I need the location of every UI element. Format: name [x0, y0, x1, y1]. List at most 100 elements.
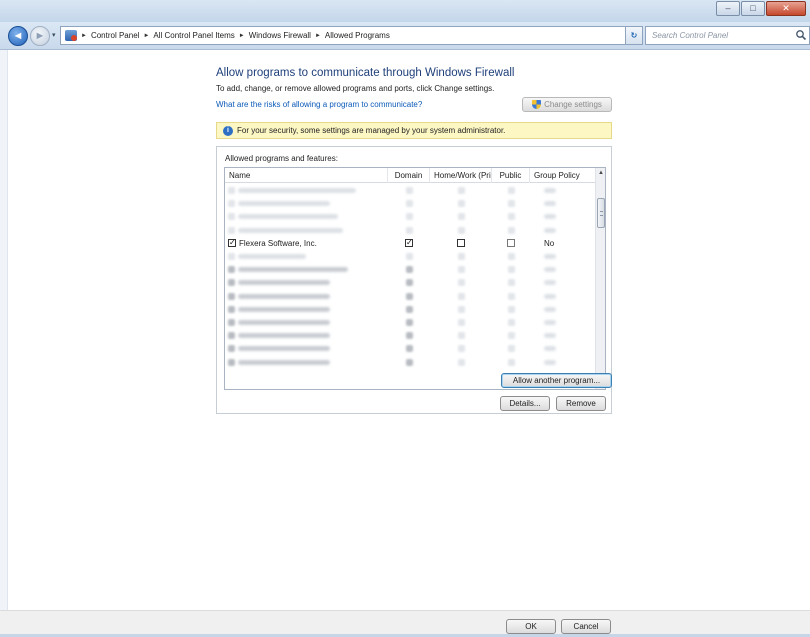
table-row[interactable] [225, 210, 597, 223]
scroll-up-arrow-icon[interactable]: ▲ [597, 168, 605, 178]
column-header-home-work[interactable]: Home/Work (Pri... [430, 168, 492, 183]
obscured-checkbox[interactable] [507, 358, 515, 366]
column-header-name[interactable]: Name [225, 168, 388, 183]
row-checkbox-obscured[interactable] [228, 318, 235, 326]
obscured-checkbox[interactable] [457, 358, 465, 366]
row-checkbox-obscured[interactable] [228, 187, 235, 195]
table-row[interactable] [225, 197, 597, 210]
obscured-checkbox[interactable] [507, 345, 515, 353]
allow-another-program-button[interactable]: Allow another program... [501, 373, 612, 388]
row-checkbox-obscured[interactable] [228, 358, 235, 366]
obscured-checkbox[interactable] [405, 253, 413, 261]
obscured-checkbox[interactable] [405, 292, 413, 300]
row-checkbox-obscured[interactable] [228, 332, 235, 340]
table-row[interactable] [225, 224, 597, 237]
row-enabled-checkbox[interactable]: ✓ [228, 239, 236, 248]
obscured-checkbox[interactable] [405, 305, 413, 313]
details-button[interactable]: Details... [500, 396, 550, 411]
obscured-checkbox[interactable] [457, 187, 465, 195]
scroll-thumb[interactable] [597, 198, 605, 228]
breadcrumb-windows-firewall[interactable]: Windows Firewall [249, 31, 311, 40]
table-row[interactable]: ✓ Flexera Software, Inc. ✓ No [225, 237, 597, 250]
breadcrumb-allowed-programs[interactable]: Allowed Programs [325, 31, 390, 40]
obscured-checkbox[interactable] [405, 187, 413, 195]
recent-pages-dropdown[interactable]: ▾ [52, 31, 56, 39]
obscured-checkbox[interactable] [457, 266, 465, 274]
row-checkbox-obscured[interactable] [228, 253, 235, 261]
column-header-public[interactable]: Public [492, 168, 530, 183]
table-row[interactable] [225, 276, 597, 289]
table-row[interactable] [225, 263, 597, 276]
row-checkbox-obscured[interactable] [228, 345, 235, 353]
obscured-checkbox[interactable] [405, 279, 413, 287]
breadcrumb-separator-icon[interactable]: ► [239, 33, 245, 39]
address-bar[interactable]: ► Control Panel ► All Control Panel Item… [60, 26, 642, 45]
breadcrumb-separator-icon[interactable]: ► [81, 33, 87, 39]
breadcrumb-all-items[interactable]: All Control Panel Items [153, 31, 234, 40]
obscured-checkbox[interactable] [457, 253, 465, 261]
list-scrollbar[interactable]: ▲ ▼ [595, 168, 605, 389]
obscured-checkbox[interactable] [457, 332, 465, 340]
column-header-domain[interactable]: Domain [388, 168, 430, 183]
row-checkbox-obscured[interactable] [228, 200, 235, 208]
table-row[interactable] [225, 316, 597, 329]
refresh-button[interactable]: ↻ [625, 26, 643, 45]
search-input[interactable]: Search Control Panel [645, 26, 810, 45]
row-checkbox-obscured[interactable] [228, 266, 235, 274]
obscured-checkbox[interactable] [405, 318, 413, 326]
table-row[interactable] [225, 342, 597, 355]
obscured-checkbox[interactable] [507, 318, 515, 326]
cancel-button[interactable]: Cancel [561, 619, 611, 634]
obscured-checkbox[interactable] [457, 292, 465, 300]
close-button[interactable]: ✕ [766, 1, 806, 16]
obscured-checkbox[interactable] [507, 332, 515, 340]
home-work-checkbox[interactable] [457, 239, 465, 248]
obscured-checkbox[interactable] [507, 253, 515, 261]
table-row[interactable] [225, 250, 597, 263]
row-checkbox-obscured[interactable] [228, 305, 235, 313]
table-row[interactable] [225, 290, 597, 303]
breadcrumb-control-panel[interactable]: Control Panel [91, 31, 139, 40]
row-checkbox-obscured[interactable] [228, 292, 235, 300]
obscured-checkbox[interactable] [507, 213, 515, 221]
maximize-button[interactable]: □ [741, 1, 765, 16]
obscured-checkbox[interactable] [507, 187, 515, 195]
allowed-programs-list[interactable]: Name Domain Home/Work (Pri... Public Gro… [224, 167, 606, 390]
obscured-checkbox[interactable] [405, 213, 413, 221]
back-button[interactable]: ◄ [8, 26, 28, 46]
ok-button[interactable]: OK [506, 619, 556, 634]
table-row[interactable] [225, 303, 597, 316]
row-checkbox-obscured[interactable] [228, 213, 235, 221]
obscured-checkbox[interactable] [405, 345, 413, 353]
obscured-checkbox[interactable] [457, 213, 465, 221]
row-checkbox-obscured[interactable] [228, 226, 235, 234]
table-row[interactable] [225, 329, 597, 342]
public-checkbox[interactable] [507, 239, 515, 248]
obscured-checkbox[interactable] [405, 358, 413, 366]
obscured-checkbox[interactable] [457, 200, 465, 208]
obscured-checkbox[interactable] [507, 200, 515, 208]
table-row[interactable] [225, 184, 597, 197]
obscured-checkbox[interactable] [457, 318, 465, 326]
change-settings-button[interactable]: Change settings [522, 97, 612, 112]
obscured-checkbox[interactable] [507, 292, 515, 300]
breadcrumb-separator-icon[interactable]: ► [143, 33, 149, 39]
obscured-checkbox[interactable] [457, 226, 465, 234]
obscured-checkbox[interactable] [457, 279, 465, 287]
minimize-button[interactable]: ‒ [716, 1, 740, 16]
obscured-checkbox[interactable] [457, 345, 465, 353]
obscured-checkbox[interactable] [457, 305, 465, 313]
obscured-checkbox[interactable] [507, 266, 515, 274]
obscured-checkbox[interactable] [507, 279, 515, 287]
obscured-checkbox[interactable] [507, 305, 515, 313]
search-icon[interactable] [795, 29, 807, 41]
forward-button[interactable]: ► [30, 26, 50, 46]
table-row[interactable] [225, 355, 597, 368]
obscured-checkbox[interactable] [405, 226, 413, 234]
row-checkbox-obscured[interactable] [228, 279, 235, 287]
remove-button[interactable]: Remove [556, 396, 606, 411]
obscured-checkbox[interactable] [405, 200, 413, 208]
obscured-checkbox[interactable] [405, 266, 413, 274]
risks-link[interactable]: What are the risks of allowing a program… [216, 100, 422, 109]
domain-checkbox[interactable]: ✓ [405, 239, 413, 248]
